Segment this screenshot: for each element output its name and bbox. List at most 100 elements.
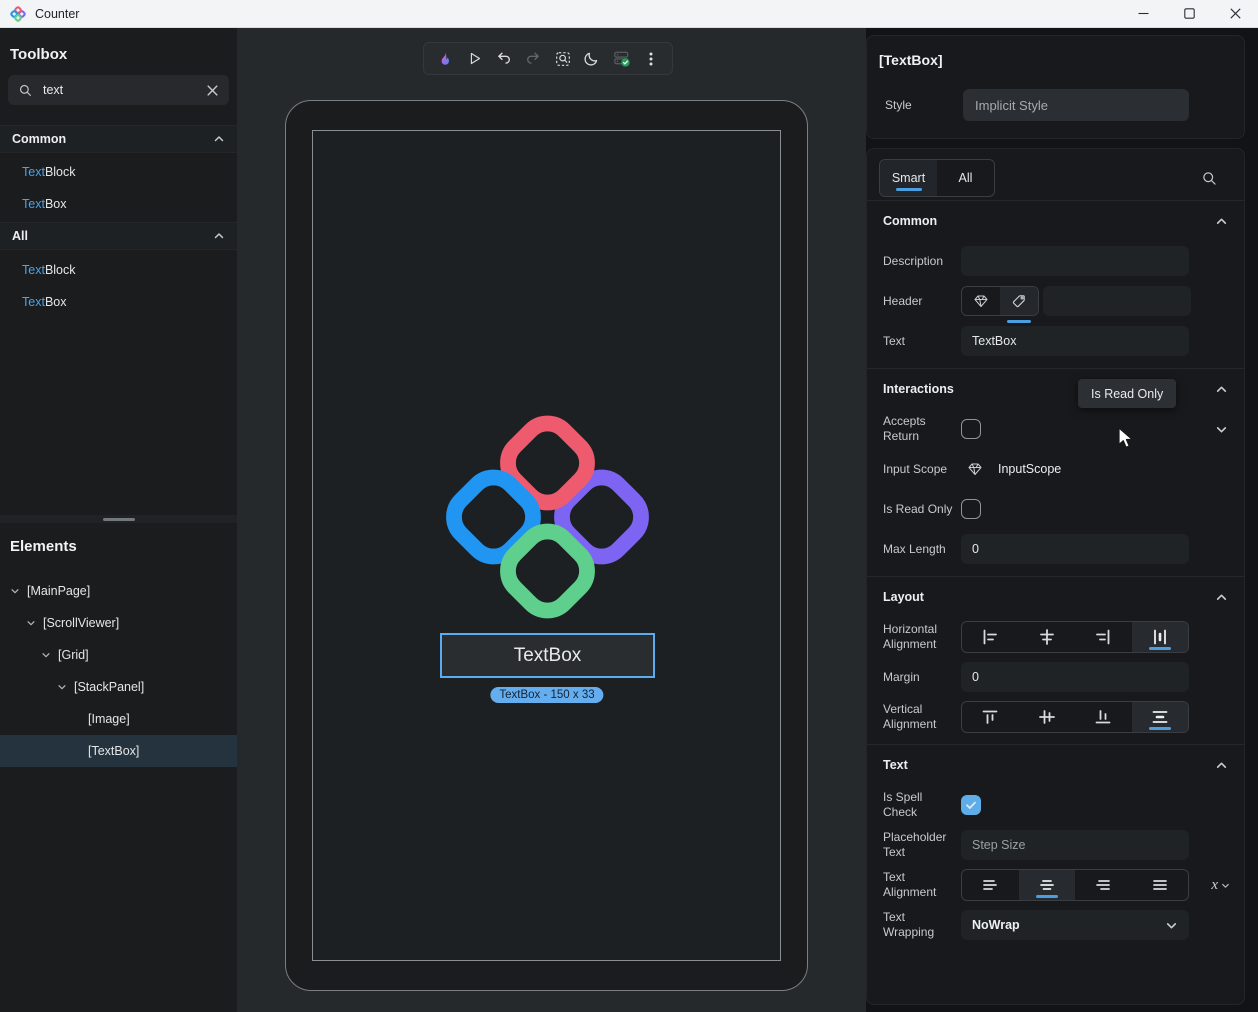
search-input[interactable] [43, 83, 206, 97]
toolbox-item-textblock[interactable]: TextBlock [0, 156, 237, 188]
vertical-alignment-group [961, 701, 1189, 733]
toolbox-section-all[interactable]: All [0, 222, 237, 250]
text-input[interactable] [961, 326, 1189, 356]
prop-is-spell-check: Is Spell Check [867, 785, 1244, 825]
chevron-up-icon [213, 230, 225, 242]
chevron-down-icon[interactable] [26, 618, 36, 628]
left-sidebar: Toolbox Common TextBlock TextBox All Tex… [0, 28, 237, 1012]
prop-is-read-only: Is Read Only [867, 489, 1244, 529]
device-screen[interactable]: TextBox TextBox - 150 x 33 [312, 130, 781, 961]
align-right-icon[interactable] [1075, 622, 1132, 652]
close-button[interactable] [1212, 0, 1258, 27]
section-text-header[interactable]: Text [867, 745, 1244, 785]
align-center-horizontal-icon[interactable] [1019, 622, 1076, 652]
chevron-up-icon[interactable] [1215, 215, 1228, 228]
text-align-center-icon[interactable] [1019, 870, 1076, 900]
character-casing-dropdown[interactable]: x [1211, 877, 1231, 894]
description-input[interactable] [961, 246, 1189, 276]
placeholder-text-input[interactable] [961, 830, 1189, 860]
prop-placeholder-text: Placeholder Text [867, 825, 1244, 865]
title-bar: Counter [0, 0, 1258, 28]
chevron-down-icon [1165, 919, 1178, 932]
align-center-vertical-icon[interactable] [1019, 702, 1076, 732]
prop-accepts-return: Accepts Return [867, 409, 1244, 449]
style-input[interactable] [963, 89, 1189, 121]
toolbox-item-textbox[interactable]: TextBox [0, 188, 237, 220]
undo-icon[interactable] [492, 47, 516, 71]
prop-margin: Margin [867, 657, 1244, 697]
play-icon[interactable] [463, 47, 487, 71]
toolbox-item-textbox[interactable]: TextBox [0, 286, 237, 318]
align-left-icon[interactable] [962, 622, 1019, 652]
section-layout: Layout Horizontal Alignment [867, 576, 1244, 744]
prop-text: Text [867, 321, 1244, 361]
tab-smart[interactable]: Smart [880, 160, 937, 196]
chevron-up-icon[interactable] [1215, 591, 1228, 604]
chevron-up-icon[interactable] [1215, 759, 1228, 772]
tag-icon[interactable] [1000, 287, 1038, 315]
style-label: Style [885, 98, 912, 112]
tree-item-textbox-selected[interactable]: [TextBox] [0, 735, 237, 767]
binding-gem-icon[interactable] [965, 461, 985, 477]
input-scope-value[interactable]: InputScope [998, 462, 1061, 476]
prop-header: Header [867, 281, 1244, 321]
app-logo-icon [10, 6, 26, 22]
tree-item-image[interactable]: [Image] [0, 703, 237, 735]
section-layout-header[interactable]: Layout [867, 577, 1244, 617]
search-icon [18, 83, 33, 98]
text-align-left-icon[interactable] [962, 870, 1019, 900]
binding-gem-icon[interactable] [962, 287, 1000, 315]
max-length-input[interactable] [961, 534, 1189, 564]
chevron-down-icon[interactable] [41, 650, 51, 660]
clear-icon[interactable] [206, 84, 219, 97]
margin-input[interactable] [961, 662, 1189, 692]
properties-search-icon[interactable] [1201, 170, 1218, 187]
text-align-justify-icon[interactable] [1132, 870, 1189, 900]
design-canvas[interactable]: TextBox TextBox - 150 x 33 [237, 28, 866, 1012]
align-stretch-vertical-icon[interactable] [1132, 702, 1189, 732]
more-options-icon[interactable] [639, 47, 663, 71]
tree-item-mainpage[interactable]: [MainPage] [0, 575, 237, 607]
hot-reload-flame-icon[interactable] [433, 47, 457, 71]
section-interactions-header[interactable]: Interactions [867, 369, 1244, 409]
properties-panel: [TextBox] Style Smart All Common [866, 28, 1258, 1012]
uno-logo-image[interactable] [435, 403, 660, 631]
selected-textbox-element[interactable]: TextBox [440, 633, 655, 678]
toolbox-search[interactable] [8, 75, 229, 105]
chevron-down-icon[interactable] [57, 682, 67, 692]
mouse-cursor [1118, 427, 1137, 449]
device-status-check-icon[interactable] [609, 47, 633, 71]
text-align-right-icon[interactable] [1075, 870, 1132, 900]
toolbox-section-common[interactable]: Common [0, 125, 237, 153]
prop-vertical-alignment: Vertical Alignment [867, 697, 1244, 737]
theme-moon-icon[interactable] [580, 47, 604, 71]
align-top-icon[interactable] [962, 702, 1019, 732]
section-interactions: Interactions Accepts Return Input Scope … [867, 368, 1244, 576]
toolbox-item-textblock[interactable]: TextBlock [0, 254, 237, 286]
header-input[interactable] [1043, 286, 1191, 316]
section-common-header[interactable]: Common [867, 201, 1244, 241]
chevron-down-icon[interactable] [1215, 423, 1228, 436]
tree-item-grid[interactable]: [Grid] [0, 639, 237, 671]
is-read-only-checkbox[interactable] [961, 499, 981, 519]
window-title: Counter [35, 7, 79, 21]
chevron-down-icon[interactable] [10, 586, 20, 596]
element-picker-icon[interactable] [551, 47, 575, 71]
align-bottom-icon[interactable] [1075, 702, 1132, 732]
tree-item-stackpanel[interactable]: [StackPanel] [0, 671, 237, 703]
maximize-button[interactable] [1166, 0, 1212, 27]
is-spell-check-checkbox[interactable] [961, 795, 981, 815]
align-stretch-horizontal-icon[interactable] [1132, 622, 1189, 652]
properties-main-card: Smart All Common Description Header [866, 148, 1245, 1005]
tree-item-scrollviewer[interactable]: [ScrollViewer] [0, 607, 237, 639]
chevron-up-icon[interactable] [1215, 383, 1228, 396]
properties-header-card: [TextBox] Style [866, 35, 1245, 139]
accepts-return-checkbox[interactable] [961, 419, 981, 439]
tab-all[interactable]: All [937, 160, 994, 196]
minimize-button[interactable] [1120, 0, 1166, 27]
panel-splitter[interactable] [0, 515, 237, 523]
text-wrapping-dropdown[interactable]: NoWrap [961, 910, 1189, 940]
redo-icon[interactable] [521, 47, 545, 71]
properties-tabs-row: Smart All [867, 149, 1244, 200]
design-toolbar [423, 42, 673, 75]
